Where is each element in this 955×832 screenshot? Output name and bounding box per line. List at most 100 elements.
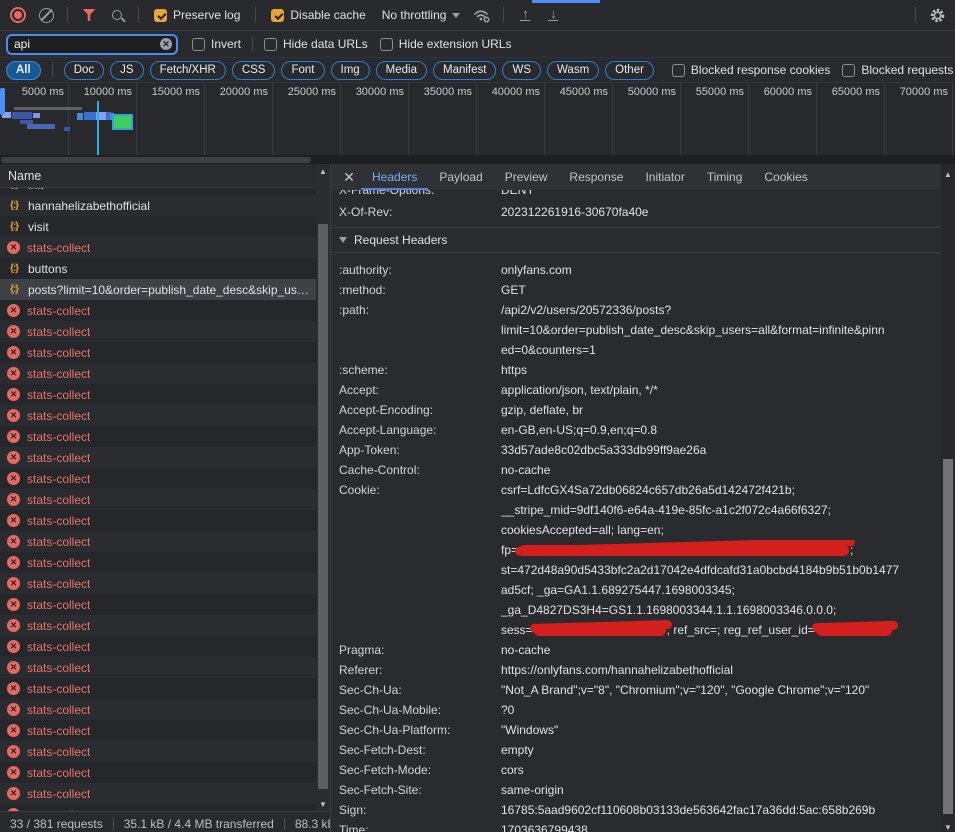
import-har-button[interactable]: ↑	[513, 3, 537, 27]
close-detail-button[interactable]: ✕	[337, 169, 361, 186]
request-row[interactable]: ✕stats-collect	[0, 510, 316, 531]
request-row[interactable]: {:}hannahelizabethofficial	[0, 195, 316, 216]
request-row[interactable]: {:}buttons	[0, 258, 316, 279]
timeline-tick-label: 5000 ms	[4, 86, 64, 98]
tab-initiator[interactable]: Initiator	[634, 164, 695, 190]
request-row[interactable]: {:}posts?limit=10&order=publish_date_des…	[0, 279, 316, 300]
filter-pill-ws[interactable]: WS	[502, 61, 541, 80]
request-row[interactable]: ✕stats-collect	[0, 720, 316, 741]
request-list-scrollbar[interactable]: ▲ ▼	[316, 164, 330, 812]
filter-pill-css[interactable]: CSS	[232, 61, 276, 80]
request-row[interactable]: ✕stats-collect	[0, 426, 316, 447]
request-row[interactable]: ✕stats-collect	[0, 237, 316, 258]
filter-pill-js[interactable]: JS	[110, 61, 143, 80]
request-row[interactable]: ✕stats-collect	[0, 468, 316, 489]
request-row[interactable]: ✕stats-collect	[0, 678, 316, 699]
request-row[interactable]: ✕stats-collect	[0, 762, 316, 783]
filter-checkbox-hide-extension-urls[interactable]: Hide extension URLs	[380, 37, 512, 51]
overview-scrollbar-thumb[interactable]	[1, 157, 311, 163]
request-row[interactable]: ✕stats-collect	[0, 342, 316, 363]
settings-button[interactable]	[925, 3, 949, 27]
overview-scrollbar[interactable]	[0, 156, 955, 164]
name-column-header[interactable]: Name	[0, 164, 330, 188]
request-row[interactable]: ✕stats-collect	[0, 489, 316, 510]
scrollbar-thumb[interactable]	[943, 459, 953, 814]
request-row[interactable]: ✕stats-collect	[0, 531, 316, 552]
tab-payload[interactable]: Payload	[428, 164, 493, 190]
request-row[interactable]: ✕stats-collect	[0, 447, 316, 468]
preserve-log-label: Preserve log	[173, 8, 240, 22]
filter-input[interactable]	[8, 37, 144, 51]
type-checkbox-blocked-requests[interactable]: Blocked requests	[842, 63, 953, 77]
network-conditions-button[interactable]	[470, 3, 494, 27]
tab-headers[interactable]: Headers	[361, 164, 428, 190]
filter-pill-fetch-xhr[interactable]: Fetch/XHR	[150, 61, 226, 80]
throttling-dropdown[interactable]: No throttling	[382, 8, 461, 22]
request-name: hannahelizabethofficial	[28, 199, 150, 213]
tab-response[interactable]: Response	[558, 164, 634, 190]
error-status-icon: ✕	[7, 367, 20, 380]
filter-checkbox-hide-data-urls[interactable]: Hide data URLs	[264, 37, 368, 51]
scroll-down-icon[interactable]: ▼	[316, 800, 330, 809]
value-text: 16785:5aad9602cf110608b03133de563642fac1…	[501, 803, 875, 817]
request-row[interactable]: ✕stats-collect	[0, 552, 316, 573]
request-row[interactable]: ✕stats-collect	[0, 405, 316, 426]
request-row[interactable]: ✕stats-collect	[0, 657, 316, 678]
detail-scrollbar[interactable]: ▲ ▼	[941, 164, 955, 832]
header-value: ?0	[501, 700, 941, 720]
clear-button[interactable]	[34, 3, 58, 27]
scroll-up-icon[interactable]: ▲	[941, 170, 955, 179]
timeline-tick-label: 35000 ms	[412, 86, 472, 98]
network-overview-timeline[interactable]: 5000 ms10000 ms15000 ms20000 ms25000 ms3…	[0, 83, 955, 156]
header-name: Sec-Fetch-Dest:	[339, 740, 501, 760]
filter-pill-all[interactable]: All	[6, 61, 41, 80]
timeline-gridline	[408, 83, 409, 155]
request-row[interactable]: {:}init	[0, 188, 316, 195]
value-text: ed=0&counters=1	[501, 343, 596, 357]
request-row[interactable]: ✕stats-collect	[0, 573, 316, 594]
tab-timing[interactable]: Timing	[696, 164, 754, 190]
request-row[interactable]: ✕stats-collect	[0, 783, 316, 804]
request-header-row: Pragma:no-cache	[339, 640, 941, 660]
scrollbar-thumb[interactable]	[318, 224, 328, 789]
filter-pill-manifest[interactable]: Manifest	[433, 61, 496, 80]
error-status-icon: ✕	[7, 472, 20, 485]
request-headers-section-header[interactable]: Request Headers	[331, 228, 941, 253]
record-button[interactable]	[6, 3, 30, 27]
filter-pill-font[interactable]: Font	[281, 61, 324, 80]
request-row[interactable]: ✕stats-collect	[0, 741, 316, 762]
request-row[interactable]: {:}visit	[0, 216, 316, 237]
request-row[interactable]: ✕stats-collect	[0, 300, 316, 321]
filter-pill-other[interactable]: Other	[605, 61, 654, 80]
tab-cookies[interactable]: Cookies	[753, 164, 818, 190]
request-row[interactable]: ✕stats-collect	[0, 636, 316, 657]
filter-pill-wasm[interactable]: Wasm	[547, 61, 599, 80]
request-row[interactable]: ✕stats-collect	[0, 384, 316, 405]
filter-pill-doc[interactable]: Doc	[64, 61, 104, 80]
request-row[interactable]: ✕stats-collect	[0, 699, 316, 720]
header-name: :path:	[339, 300, 501, 320]
type-checkbox-blocked-response-cookies[interactable]: Blocked response cookies	[672, 63, 830, 77]
search-button[interactable]	[105, 3, 129, 27]
clear-filter-icon[interactable]: ✕	[160, 38, 172, 50]
filter-pill-media[interactable]: Media	[376, 61, 427, 80]
preserve-log-checkbox[interactable]: Preserve log	[154, 8, 240, 22]
request-row[interactable]: ✕stats-collect	[0, 321, 316, 342]
request-row[interactable]: ✕stats-collect	[0, 594, 316, 615]
filter-input-box[interactable]: ✕	[6, 34, 178, 55]
filter-toggle-button[interactable]	[77, 3, 101, 27]
timeline-left-handle[interactable]	[0, 88, 5, 115]
disclosure-triangle-icon	[339, 237, 347, 243]
filter-checkbox-invert[interactable]: Invert	[192, 37, 241, 51]
filter-pill-img[interactable]: Img	[331, 61, 370, 80]
request-row[interactable]: ✕stats-collect	[0, 615, 316, 636]
tab-preview[interactable]: Preview	[494, 164, 559, 190]
request-row[interactable]: ✕stats-collect	[0, 363, 316, 384]
separator	[52, 62, 53, 78]
header-value: "Windows"	[501, 720, 941, 740]
header-name: :authority:	[339, 260, 501, 280]
export-har-button[interactable]: ↓	[541, 3, 565, 27]
scroll-down-icon[interactable]: ▼	[941, 823, 955, 832]
scroll-up-icon[interactable]: ▲	[316, 167, 330, 176]
disable-cache-checkbox[interactable]: Disable cache	[271, 8, 365, 22]
